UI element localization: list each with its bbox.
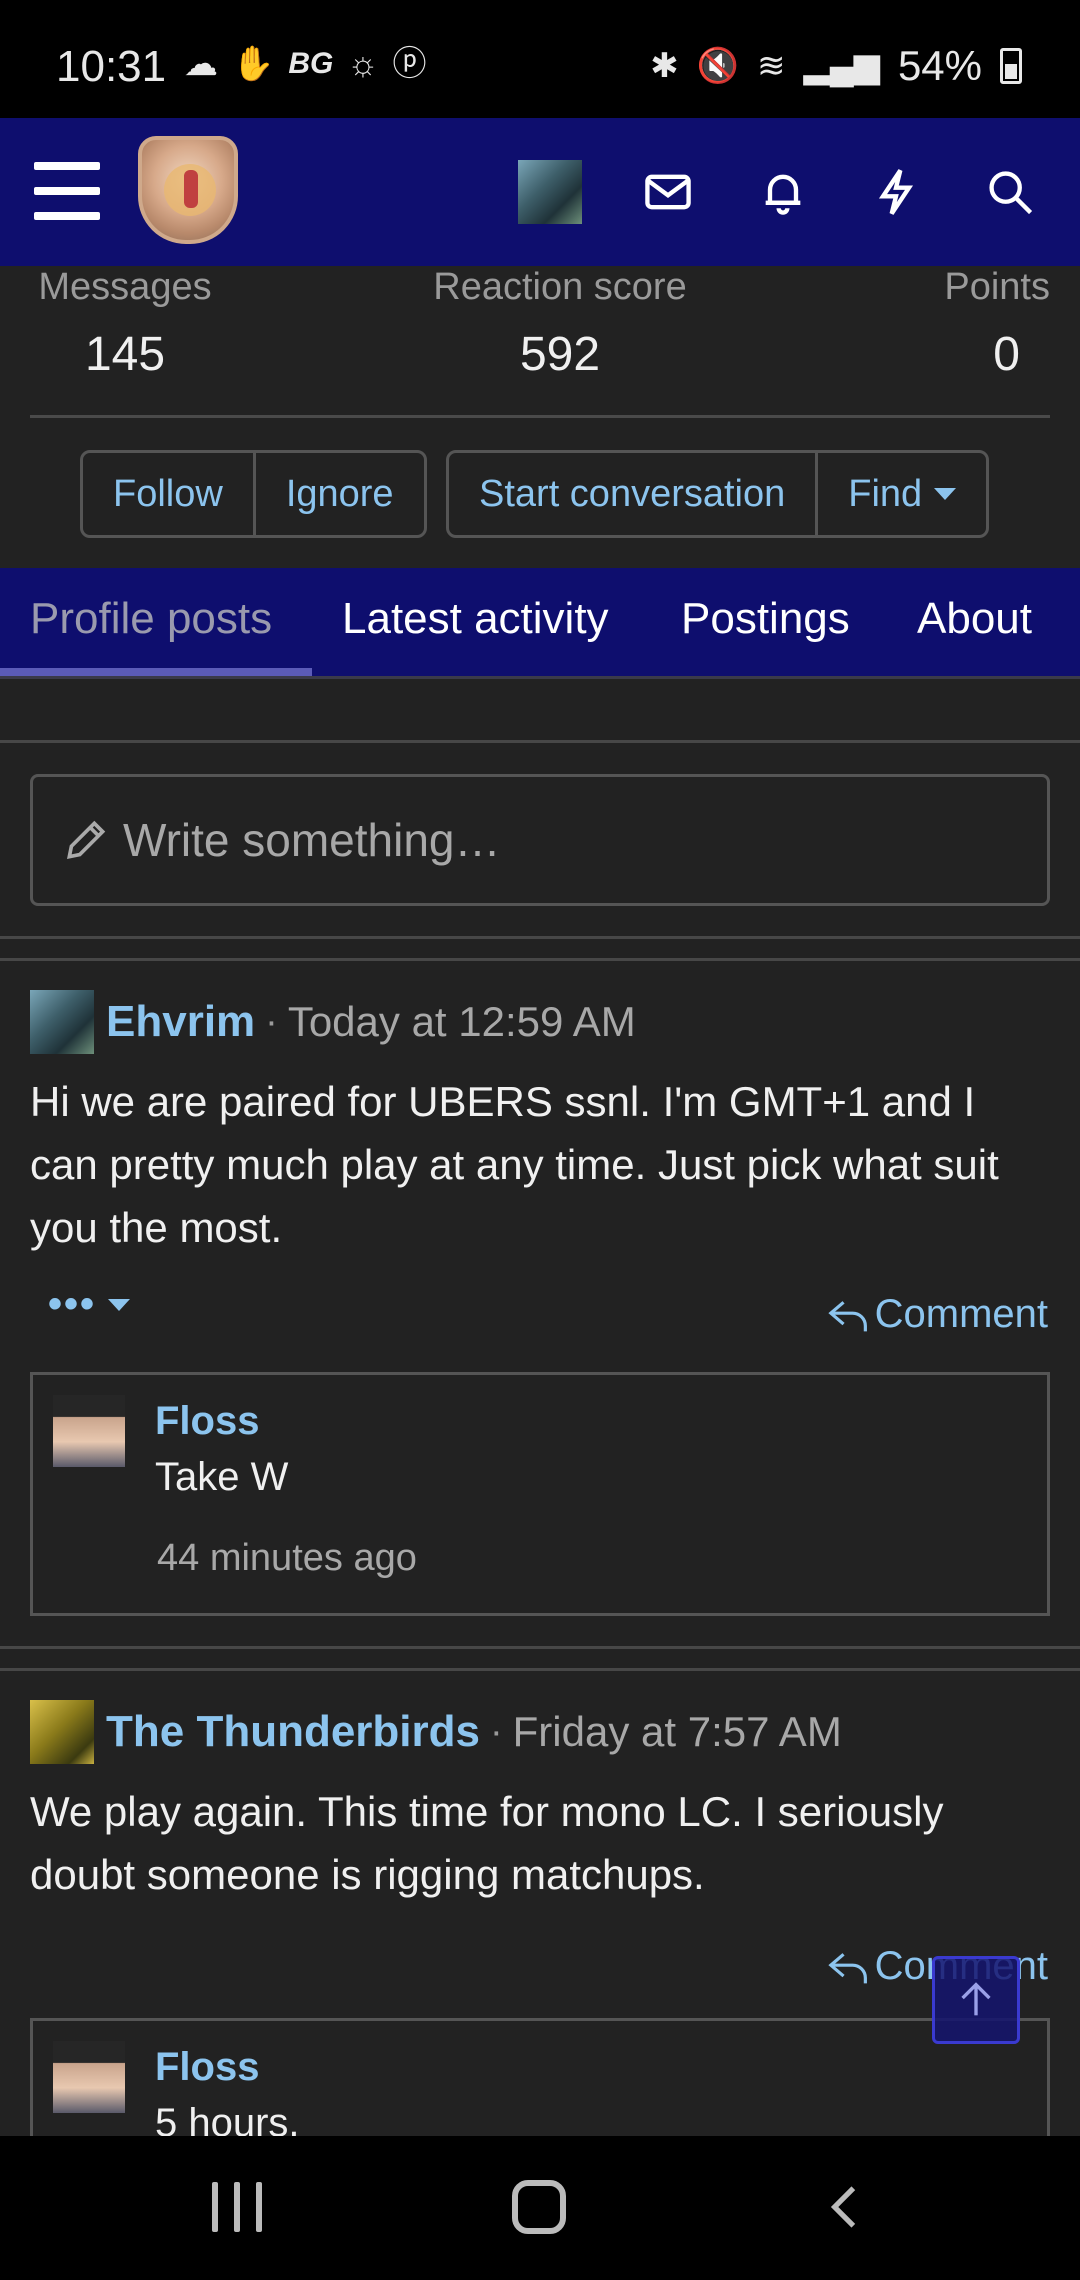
- scroll-to-top-button[interactable]: [932, 1956, 1020, 2044]
- avatar[interactable]: [53, 1395, 125, 1467]
- separator: ·: [265, 1000, 278, 1043]
- avatar[interactable]: [53, 2041, 125, 2113]
- stat-value: 592: [519, 328, 601, 381]
- brightness-icon: ☼: [347, 45, 379, 83]
- stat-label: Reaction score: [433, 266, 687, 308]
- battery-icon: [1000, 48, 1022, 84]
- mute-icon: 🔇: [696, 47, 740, 85]
- comment-text: Take W: [155, 1455, 289, 1499]
- divider: [0, 958, 1080, 961]
- notification-icons: ☁ ✋ BG ☼ ⓟ: [184, 44, 427, 84]
- stat-value: 0: [993, 328, 1020, 381]
- site-logo[interactable]: [138, 136, 238, 244]
- avatar[interactable]: [30, 1700, 94, 1764]
- reply-icon: [827, 1300, 867, 1331]
- divider: [0, 740, 1080, 743]
- profile-tabs: Profile posts Latest activity Postings A…: [0, 568, 1080, 678]
- post-header: Ehvrim · Today at 12:59 AM: [30, 990, 636, 1054]
- start-conversation-button[interactable]: Start conversation: [449, 453, 815, 535]
- menu-icon[interactable]: [34, 162, 100, 220]
- more-actions-menu[interactable]: •••: [48, 1282, 131, 1327]
- comment-time[interactable]: 44 minutes ago: [157, 1537, 417, 1580]
- wifi-icon: ≋: [757, 47, 786, 85]
- user-avatar[interactable]: [518, 160, 582, 224]
- divider: [0, 1668, 1080, 1671]
- bell-icon[interactable]: [755, 164, 811, 220]
- search-icon[interactable]: [982, 164, 1038, 220]
- divider: [0, 1646, 1080, 1649]
- clock: 10:31: [56, 42, 167, 91]
- pi-icon: ⓟ: [392, 45, 427, 83]
- tab-profile-posts[interactable]: Profile posts: [30, 594, 272, 644]
- profile-post-composer[interactable]: [30, 774, 1050, 906]
- tab-about[interactable]: About: [917, 594, 1032, 644]
- chevron-down-icon: [108, 1298, 131, 1311]
- system-icons: ✱ 🔇 ≋ ▂▄▆ 54%: [650, 42, 1022, 90]
- recent-apps-icon[interactable]: [212, 2182, 262, 2232]
- thumbs-icon: ✋: [232, 45, 275, 83]
- post-author[interactable]: Ehvrim: [106, 997, 255, 1047]
- stat-reaction-score: Reaction score 592: [410, 266, 710, 382]
- stat-messages: Messages 145: [30, 266, 220, 382]
- active-tab-indicator: [0, 668, 312, 676]
- post-body: We play again. This time for mono LC. I …: [30, 1788, 944, 1898]
- stat-label: Messages: [38, 266, 212, 308]
- post-body: Hi we are paired for UBERS ssnl. I'm GMT…: [30, 1078, 999, 1251]
- tab-latest-activity[interactable]: Latest activity: [342, 594, 609, 644]
- divider: [30, 415, 1050, 418]
- system-nav-bar: [0, 2136, 1080, 2280]
- pencil-icon: [67, 820, 106, 859]
- stat-label: Points: [944, 266, 1050, 308]
- comment-label: Comment: [874, 1292, 1048, 1336]
- comment: Floss Take W 44 minutes ago: [30, 1372, 1050, 1616]
- post-header: The Thunderbirds · Friday at 7:57 AM: [30, 1700, 842, 1764]
- avatar[interactable]: [30, 990, 94, 1054]
- find-label: Find: [848, 472, 923, 515]
- bluetooth-icon: ✱: [650, 47, 679, 85]
- tab-postings[interactable]: Postings: [681, 594, 850, 644]
- cloud-icon: ☁: [184, 45, 218, 83]
- stat-value: 145: [84, 328, 166, 381]
- separator: ·: [490, 1710, 503, 1753]
- app-header: [0, 118, 1080, 266]
- follow-button[interactable]: Follow: [83, 453, 253, 535]
- follow-ignore-group: Follow Ignore: [80, 450, 427, 538]
- arrow-up-icon: [961, 1982, 991, 2016]
- back-icon[interactable]: [820, 2182, 870, 2232]
- comment-author[interactable]: Floss: [155, 2045, 259, 2090]
- bolt-icon[interactable]: [868, 164, 924, 220]
- stat-points: Points 0: [910, 266, 1050, 382]
- reply-icon: [827, 1952, 867, 1983]
- home-icon[interactable]: [512, 2180, 566, 2234]
- status-bar: 10:31 ☁ ✋ BG ☼ ⓟ ✱ 🔇 ≋ ▂▄▆ 54%: [0, 0, 1080, 118]
- divider: [0, 676, 1080, 679]
- write-something-input[interactable]: [123, 813, 1023, 867]
- post-author[interactable]: The Thunderbirds: [106, 1707, 480, 1757]
- bg-icon: BG: [288, 47, 334, 80]
- profile-stats: Messages 145 Reaction score 592 Points 0: [30, 266, 1050, 416]
- signal-icon: ▂▄▆: [803, 47, 880, 85]
- comment-button[interactable]: Comment: [827, 1292, 1048, 1337]
- divider: [0, 936, 1080, 939]
- conversation-find-group: Start conversation Find: [446, 450, 990, 538]
- post-time[interactable]: Today at 12:59 AM: [288, 998, 636, 1046]
- comment-author[interactable]: Floss: [155, 1399, 259, 1444]
- battery-percent: 54%: [897, 42, 982, 89]
- chevron-down-icon: [934, 488, 957, 500]
- mail-icon[interactable]: [640, 164, 696, 220]
- post-time[interactable]: Friday at 7:57 AM: [513, 1708, 842, 1756]
- ignore-button[interactable]: Ignore: [252, 453, 424, 535]
- find-dropdown[interactable]: Find: [815, 453, 986, 535]
- more-icon: •••: [48, 1282, 97, 1326]
